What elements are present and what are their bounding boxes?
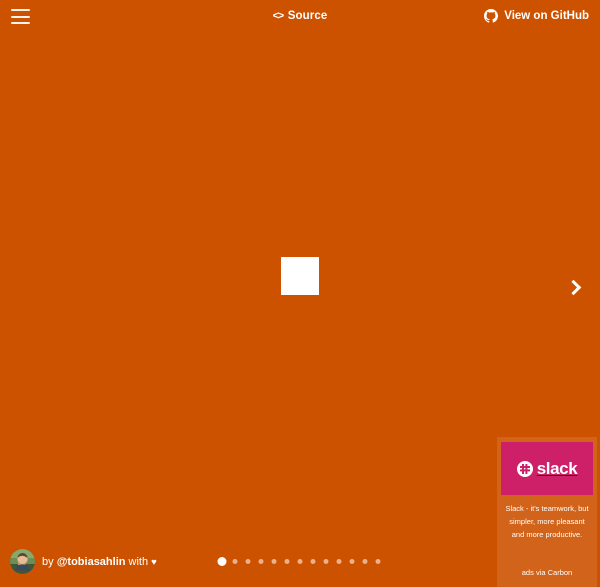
pagination-dot-4[interactable] (255, 555, 268, 568)
hamburger-bar (11, 9, 30, 11)
top-header: <> Source View on GitHub (0, 0, 600, 36)
pagination-dot-11[interactable] (346, 555, 359, 568)
pagination-dot-1[interactable] (216, 555, 229, 568)
bottom-footer: by @tobiasahlin with ♥ (0, 539, 600, 587)
pagination-dot-5[interactable] (268, 555, 281, 568)
pagination-dots (216, 555, 385, 568)
author-byline[interactable]: by @tobiasahlin with ♥ (10, 549, 157, 574)
pagination-dot-2[interactable] (229, 555, 242, 568)
hamburger-bar (11, 22, 30, 24)
code-brackets-icon: <> (272, 9, 284, 22)
pagination-dot-6[interactable] (281, 555, 294, 568)
byline-suffix: with (128, 555, 149, 568)
source-link[interactable]: <> Source (273, 10, 328, 22)
pagination-dot-9[interactable] (320, 555, 333, 568)
pagination-dot-13[interactable] (372, 555, 385, 568)
byline-text: by @tobiasahlin with ♥ (42, 556, 157, 568)
chevron-right-icon (565, 279, 582, 296)
pagination-dot-8[interactable] (307, 555, 320, 568)
pagination-dot-3[interactable] (242, 555, 255, 568)
next-slide-button[interactable] (558, 266, 592, 310)
source-label: Source (287, 10, 328, 22)
heart-icon: ♥ (151, 556, 157, 568)
view-on-github-link[interactable]: View on GitHub (484, 9, 589, 23)
github-label: View on GitHub (504, 10, 589, 22)
github-icon (484, 9, 499, 23)
hamburger-bar (11, 15, 30, 18)
byline-prefix: by (42, 555, 54, 568)
avatar (10, 549, 35, 574)
square-loader (281, 257, 319, 295)
slack-wordmark: slack (536, 459, 578, 478)
slack-logo-icon (516, 460, 533, 477)
ad-banner-image[interactable]: slack (501, 442, 593, 495)
author-handle: @tobiasahlin (56, 555, 126, 568)
hamburger-menu-icon[interactable] (11, 9, 30, 24)
pagination-dot-12[interactable] (359, 555, 372, 568)
pagination-dot-7[interactable] (294, 555, 307, 568)
pagination-dot-10[interactable] (333, 555, 346, 568)
ad-text[interactable]: Slack - it's teamwork, but simpler, more… (501, 502, 593, 541)
